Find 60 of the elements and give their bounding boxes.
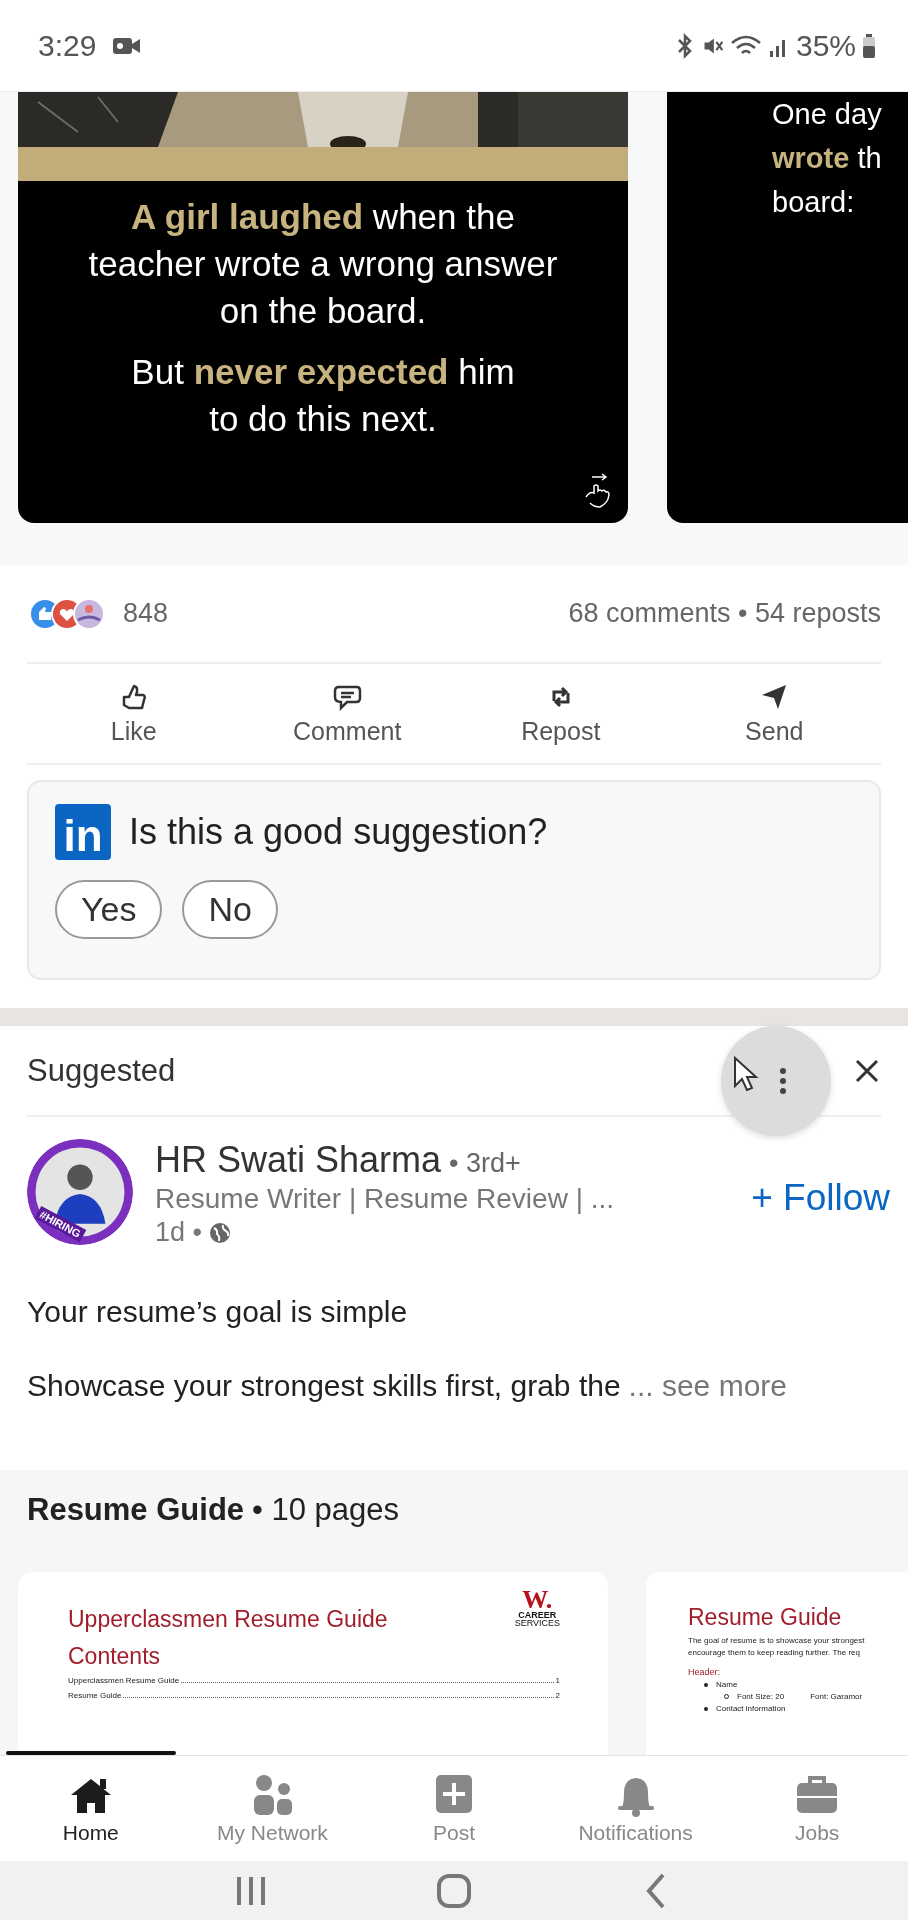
more-icon: [778, 1065, 788, 1096]
like-button[interactable]: Like: [27, 664, 241, 763]
connection-degree: • 3rd+: [449, 1148, 521, 1179]
nav-tab[interactable]: Home: [0, 1756, 182, 1861]
page-text: Font: Garamor: [810, 1692, 863, 1701]
slide-text: board:: [772, 185, 855, 220]
document-page[interactable]: Upperclassmen Resume Guide W. CAREER SERVICES Contents Upperclassmen Resume Guide 1 Resume Guide 2: [18, 1572, 608, 1755]
repost-button[interactable]: Repost: [454, 664, 668, 763]
send-button[interactable]: Send: [667, 664, 881, 763]
page-text: The goal of resume is to showcase your strongest: [688, 1635, 866, 1647]
globe-icon: [208, 1220, 232, 1245]
comment-button[interactable]: Comment: [240, 664, 454, 763]
follow-button[interactable]: + Follow: [751, 1177, 908, 1219]
linkedin-logo: in: [55, 804, 111, 860]
status-time: 3:29: [38, 28, 97, 63]
nav-tab[interactable]: Jobs: [726, 1756, 908, 1861]
post-text: Your resume’s goal is simple: [27, 1295, 409, 1329]
nav-tab[interactable]: My Network: [181, 1756, 364, 1861]
page-text: Contact information: [716, 1704, 786, 1713]
nav-tab[interactable]: Post: [363, 1756, 545, 1861]
post-time: 1d •: [155, 1217, 202, 1248]
slide-text: on the board.: [219, 290, 427, 332]
carousel-slide[interactable]: One day wrote th board:: [667, 92, 908, 523]
battery-level: 35%: [795, 28, 856, 63]
slide-text: A girl laughed when the: [131, 196, 515, 238]
page-count: • 10 pages: [252, 1492, 400, 1528]
section-label: Suggested: [27, 1052, 176, 1089]
page-text: Name: [716, 1680, 738, 1689]
reaction-count[interactable]: 848: [123, 598, 169, 629]
author-headline: Resume Writer | Resume Review | ...: [155, 1183, 616, 1215]
nav-tab[interactable]: Notifications: [544, 1756, 727, 1861]
pointer-icon: [733, 1056, 759, 1092]
page-title: Upperclassmen Resume Guide: [68, 1606, 388, 1633]
battery-icon: [862, 32, 876, 59]
page-title: Resume Guide: [688, 1604, 843, 1631]
answer-button[interactable]: No: [182, 880, 278, 939]
toc-entry: Upperclassmen Resume Guide: [68, 1676, 180, 1685]
comments-reposts-count[interactable]: 68 comments • 54 reposts: [568, 598, 881, 629]
author-name[interactable]: HR Swati Sharma: [155, 1139, 442, 1181]
slide-text: teacher wrote a wrong answer: [88, 243, 558, 285]
carousel-slide[interactable]: A girl laughed when the teacher wrote a wrong answer on the board. But never expected him to do this next.: [18, 92, 628, 523]
slide-text: But never expected him: [131, 351, 515, 393]
page-text: Font Size: 20: [737, 1692, 785, 1701]
page-text: encourage them to keep reading further. The req: [688, 1647, 861, 1659]
see-more-link[interactable]: ... see more: [628, 1369, 787, 1403]
feedback-question: Is this a good suggestion?: [129, 811, 548, 853]
career-services-logo: W. CAREER SERVICES: [514, 1588, 560, 1628]
page-heading: Contents: [68, 1643, 162, 1670]
page-heading: Header:: [688, 1667, 722, 1677]
toc-page-number: 2: [555, 1691, 560, 1700]
answer-button[interactable]: Yes: [55, 880, 163, 939]
slide-text: One day: [772, 97, 882, 132]
slide-text: wrote th: [772, 141, 882, 176]
document-title[interactable]: Resume Guide: [27, 1492, 245, 1528]
post-text: Showcase your strongest skills first, grab the: [27, 1369, 621, 1403]
toc-entry: Resume Guide: [68, 1691, 122, 1700]
slide-text: to do this next.: [209, 398, 437, 440]
document-page[interactable]: Resume Guide The goal of resume is to showcase your strongest encourage them to keep reading further. The req Header: Name Font Size: 20 Font: Garamor Contact information: [646, 1572, 908, 1755]
swipe-hand-icon: [582, 473, 612, 509]
toc-page-number: 1: [555, 1676, 560, 1685]
